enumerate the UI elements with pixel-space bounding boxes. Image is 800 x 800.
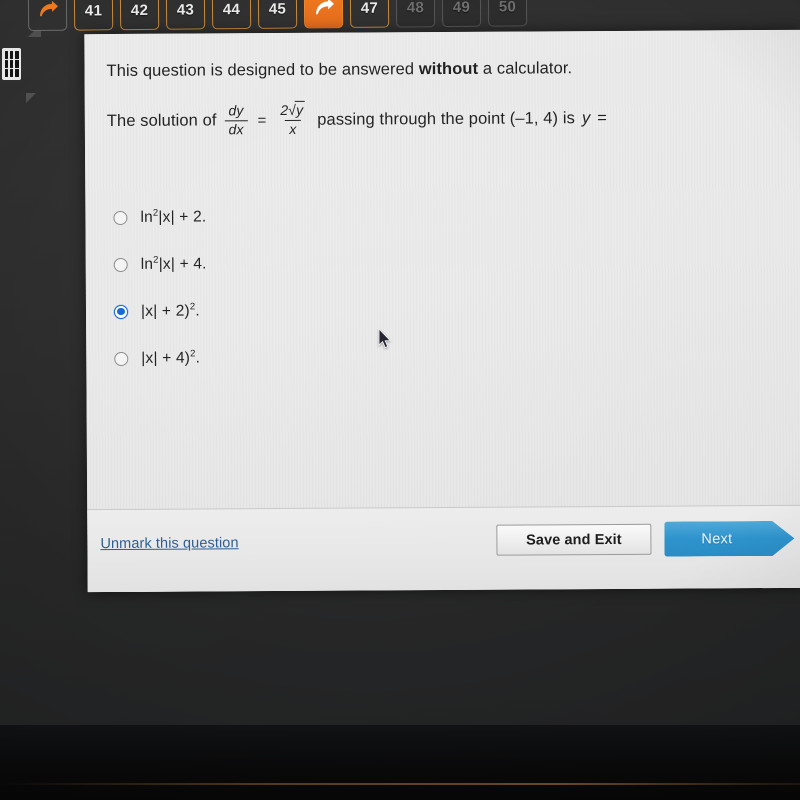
question-footer-bar: Unmark this question Save and Exit Next [87,504,800,593]
qnav-tile-label: 45 [268,0,287,18]
option-d-exponent: 2 [190,347,196,359]
rhs-denominator: x [285,119,301,138]
option-b-label: ln2|x| + 4. [140,254,207,273]
lhs-denominator: dx [224,119,248,138]
radio-button-b[interactable] [113,257,128,272]
qnav-tile-41[interactable]: 41 [73,0,114,31]
equation-rhs-fraction: 2√y x [276,100,309,138]
option-c[interactable]: |x| + 2)2. [113,284,782,335]
monitor-bezel [0,725,800,800]
qnav-tile-49[interactable]: 49 [441,0,482,28]
rhs-numerator: 2√y [280,100,306,118]
stem-middle: passing through the point (–1, 4) is [317,108,575,129]
question-body: This question is designed to be answered… [106,58,780,138]
answer-options-list: ln2|x| + 2. ln2|x| + 4. |x| + 2)2. |x| +… [113,190,782,382]
calculator-instruction: This question is designed to be answered… [106,58,780,81]
option-a-label: ln2|x| + 2. [140,207,207,226]
unmark-question-link[interactable]: Unmark this question [100,535,238,552]
photo-of-screen: 41 42 43 44 45 47 48 49 50 This question… [0,0,800,800]
next-button[interactable]: Next [664,521,794,557]
radio-button-c[interactable] [113,304,129,319]
lhs-numerator: dy [228,102,244,119]
qnav-tile-47[interactable]: 47 [349,0,390,28]
radio-button-d[interactable] [114,351,129,366]
flag-icon [36,0,58,22]
instruction-emphasis: without [418,59,479,79]
qnav-tile-label: 41 [84,1,103,20]
save-and-exit-button[interactable]: Save and Exit [496,523,652,556]
calculator-icon[interactable] [2,48,21,80]
option-d[interactable]: |x| + 4)2. [114,331,782,382]
qnav-tile-48[interactable]: 48 [395,0,436,28]
chrome-corner-arrow-bottom [26,93,36,103]
rhs-coefficient: 2 [280,101,289,118]
flag-icon [312,0,334,19]
qnav-tile-50[interactable]: 50 [487,0,528,27]
qnav-tile-45[interactable]: 45 [257,0,298,29]
stem-lead: The solution of [106,111,217,130]
rhs-radicand: y [295,100,306,118]
exam-question-panel: This question is designed to be answered… [84,29,800,593]
option-a-tail: |x| + 2. [158,207,207,226]
equation-equals-sign: = [257,111,267,129]
qnav-tile-flag-left[interactable] [27,0,68,32]
option-d-head: |x| + 4) [141,349,191,367]
qnav-tile-label: 47 [360,0,379,17]
instruction-text-before: This question is designed to be answered [106,60,419,81]
option-d-label: |x| + 4)2. [141,347,201,367]
instruction-text-after: a calculator. [478,59,573,78]
qnav-tile-label: 50 [498,0,517,16]
option-b[interactable]: ln2|x| + 4. [113,237,782,288]
qnav-tile-label: 42 [130,1,149,19]
qnav-tile-44[interactable]: 44 [211,0,252,30]
question-stem: The solution of dy dx = 2√y x passing th… [107,100,781,138]
stem-equals: = [597,108,608,127]
qnav-tile-42[interactable]: 42 [119,0,160,31]
option-c-head: |x| + 2) [140,302,190,320]
qnav-tile-label: 43 [176,0,195,19]
qnav-tile-label: 44 [222,0,241,18]
option-b-tail: |x| + 4. [158,254,207,273]
bezel-seam [0,783,800,785]
option-c-exponent: 2 [189,300,196,312]
option-a[interactable]: ln2|x| + 2. [113,190,781,241]
equation-lhs-fraction: dy dx [224,102,248,138]
qnav-tile-label: 48 [406,0,425,16]
option-c-label: |x| + 2)2. [140,300,200,320]
qnav-tile-label: 49 [452,0,471,16]
qnav-tile-43[interactable]: 43 [165,0,206,30]
radio-button-a[interactable] [113,210,128,225]
qnav-tile-current-flagged[interactable] [303,0,344,29]
stem-variable: y [581,108,591,127]
